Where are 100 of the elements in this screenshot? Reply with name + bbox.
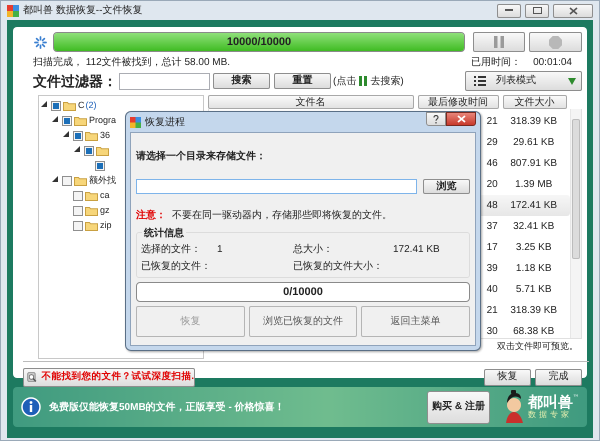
tree-item-label[interactable]: zip xyxy=(100,218,112,232)
buy-register-button[interactable]: 购买 & 注册 xyxy=(427,390,490,424)
stat-value: 172.41 KB xyxy=(393,243,441,257)
stop-button[interactable] xyxy=(529,32,582,52)
folder-path-input[interactable] xyxy=(136,179,417,194)
table-cell: 21 xyxy=(486,116,498,127)
expand-toggle-icon[interactable] xyxy=(74,146,80,152)
table-cell: 29.61 KB xyxy=(513,137,554,148)
close-button[interactable] xyxy=(553,4,593,18)
preview-hint: 双击文件即可预览。 xyxy=(497,340,578,354)
tree-item-label[interactable]: 36 xyxy=(100,128,110,142)
close-icon xyxy=(456,115,466,123)
scan-status-text: 扫描完成， 112文件被找到，总计 58.00 MB. xyxy=(33,56,230,70)
finish-button[interactable]: 完成 xyxy=(535,368,582,386)
folder-icon xyxy=(85,206,98,216)
elapsed-time: 00:01:04 xyxy=(533,56,572,70)
table-cell: 37 xyxy=(486,221,498,232)
recover-button[interactable]: 恢复 xyxy=(484,368,531,386)
expand-toggle-icon[interactable] xyxy=(52,176,58,182)
expand-toggle-icon[interactable] xyxy=(52,116,58,122)
app-icon xyxy=(7,4,19,16)
column-header[interactable]: 文件名 xyxy=(208,95,414,109)
app-icon xyxy=(130,116,141,128)
folder-icon xyxy=(85,220,98,230)
column-header[interactable]: 最后修改时间 xyxy=(418,95,499,109)
dropdown-arrow-icon xyxy=(568,78,576,84)
main-menu-button[interactable]: 返回主菜单 xyxy=(361,306,470,337)
minimize-icon xyxy=(505,9,513,12)
folder-icon xyxy=(85,130,98,140)
table-cell: 20 xyxy=(486,179,498,190)
minimize-button[interactable] xyxy=(497,4,521,18)
elapsed-label: 已用时间： xyxy=(471,56,522,70)
table-cell: 5.71 KB xyxy=(516,284,552,295)
table-cell: 40 xyxy=(486,284,498,295)
table-cell: 17 xyxy=(486,242,498,253)
disk-search-icon xyxy=(27,370,38,384)
reset-button[interactable]: 重置 xyxy=(274,73,331,89)
help-button[interactable] xyxy=(426,112,446,126)
folder-icon xyxy=(74,116,87,126)
folder-icon xyxy=(96,146,109,156)
table-cell: 807.91 KB xyxy=(510,158,558,169)
table-cell: 1.18 KB xyxy=(516,263,552,274)
checkbox[interactable] xyxy=(62,176,72,186)
stop-icon xyxy=(549,36,562,48)
tree-item-label[interactable]: ca xyxy=(100,188,110,202)
table-cell: 68.38 KB xyxy=(513,326,554,337)
checkbox[interactable] xyxy=(62,116,72,126)
recovery-progress-bar: 0/10000 xyxy=(136,282,470,302)
browse-button[interactable]: 浏览 xyxy=(423,179,470,194)
checkbox[interactable] xyxy=(73,130,83,140)
note-label: 注意： xyxy=(136,210,166,221)
logo-tagline: 数据专家 xyxy=(528,410,573,420)
stat-label: 已恢复的文件大小： xyxy=(293,260,384,274)
checkbox[interactable] xyxy=(73,220,83,230)
hint-text: (点击 xyxy=(333,74,356,88)
table-cell: 48 xyxy=(486,200,498,211)
tree-item-label[interactable]: 额外找 xyxy=(89,174,116,188)
expand-toggle-icon[interactable] xyxy=(41,101,47,108)
expand-toggle-icon[interactable] xyxy=(63,131,69,138)
tree-item-label[interactable]: C xyxy=(78,98,84,112)
maximize-button[interactable] xyxy=(525,4,549,18)
info-icon xyxy=(21,397,41,417)
maximize-icon xyxy=(532,7,542,14)
checkbox[interactable] xyxy=(84,146,94,156)
filter-input[interactable] xyxy=(119,72,210,90)
table-cell: 318.39 KB xyxy=(510,305,558,316)
pause-icon xyxy=(359,76,368,86)
stat-label: 选择的文件： xyxy=(141,242,202,257)
spinner-icon xyxy=(34,36,47,48)
search-button[interactable]: 搜索 xyxy=(213,73,270,89)
scrollbar[interactable] xyxy=(570,109,581,338)
view-mode-dropdown[interactable]: 列表模式 xyxy=(465,71,582,91)
promo-message: 免费版仅能恢复50MB的文件，正版享受 - 价格惊喜！ xyxy=(49,400,285,414)
logo-name: 都叫兽 xyxy=(528,394,573,411)
checkbox[interactable] xyxy=(51,100,61,110)
help-icon xyxy=(433,114,439,124)
folder-icon xyxy=(63,100,76,110)
folder-icon xyxy=(85,190,98,200)
deep-scan-button[interactable]: 不能找到您的文件？试试深度扫描. xyxy=(23,368,195,386)
folder-icon xyxy=(74,176,87,186)
stat-value: 1 xyxy=(217,243,224,257)
close-icon xyxy=(568,6,578,14)
close-button[interactable] xyxy=(446,112,476,126)
table-cell: 3.25 KB xyxy=(516,242,552,253)
filter-label: 文件过滤器： xyxy=(33,72,117,90)
table-cell: 32.41 KB xyxy=(513,221,554,232)
tree-item-label[interactable]: gz xyxy=(100,204,110,218)
table-cell: 39 xyxy=(486,263,498,274)
pause-button[interactable] xyxy=(473,32,525,52)
table-cell: 318.39 KB xyxy=(510,116,558,127)
checkbox[interactable] xyxy=(73,190,83,200)
table-cell: 21 xyxy=(486,305,498,316)
checkbox[interactable] xyxy=(73,206,83,216)
column-header[interactable]: 文件大小 xyxy=(502,95,567,109)
dialog-title: 恢复进程 xyxy=(145,116,185,130)
view-recovered-button[interactable]: 浏览已恢复的文件 xyxy=(248,306,358,337)
tree-item-label[interactable]: Progra xyxy=(89,114,116,128)
checkbox[interactable] xyxy=(95,160,105,170)
window-title: 都叫兽 数据恢复--文件恢复 xyxy=(23,4,142,18)
table-cell: 30 xyxy=(486,326,498,337)
